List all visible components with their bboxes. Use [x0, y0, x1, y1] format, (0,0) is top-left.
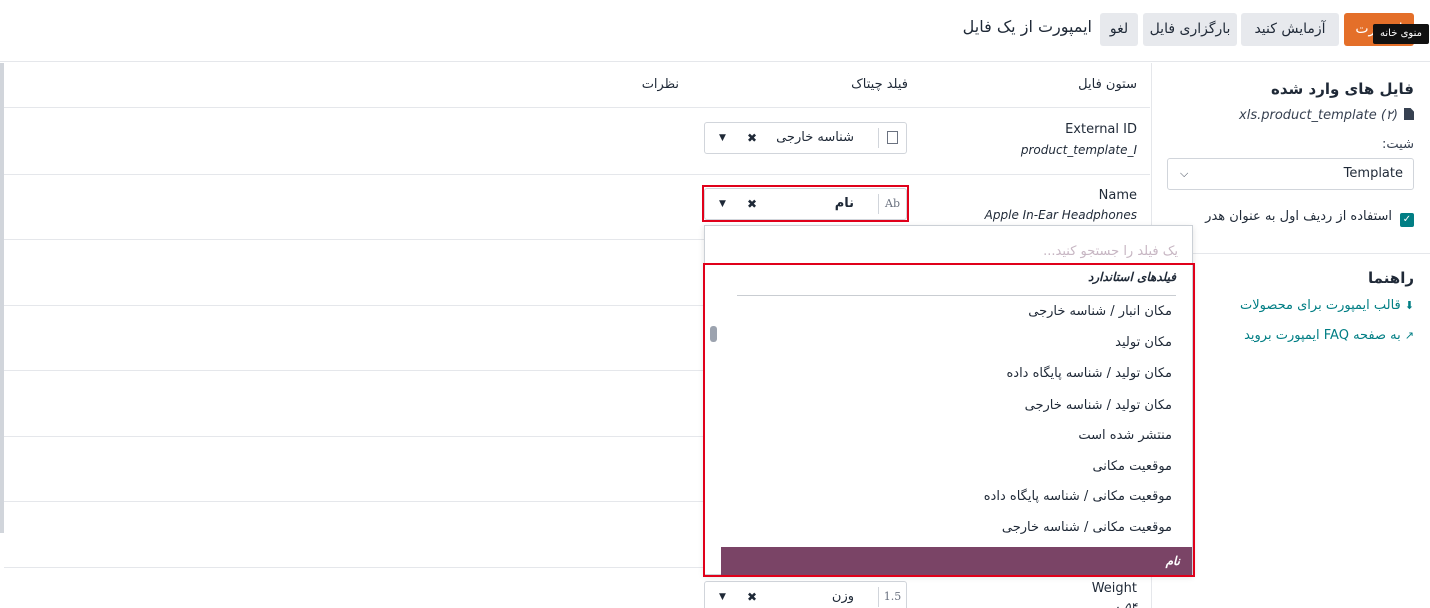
- sheet-value: Template: [1343, 166, 1403, 181]
- page-title: ایمپورت از یک فایل: [962, 17, 1092, 36]
- field-value: نام: [834, 196, 854, 211]
- dropdown-item[interactable]: منتشر شده است: [1078, 428, 1172, 443]
- dropdown-group-label: فیلدهای استاندارد: [1088, 270, 1176, 284]
- import-faq-link-label: به صفحه FAQ ایمپورت بروید: [1244, 328, 1401, 343]
- sheet-select[interactable]: Template ⌵: [1167, 158, 1414, 190]
- field-select-weight[interactable]: 1.5 وزن ✖ ▼: [704, 581, 907, 608]
- imported-file: xls.product_template (۲): [1239, 108, 1414, 123]
- caret-down-icon[interactable]: ▼: [719, 123, 726, 153]
- page-scrollbar[interactable]: [0, 63, 4, 533]
- file-column-sample: product_template_I: [1020, 143, 1137, 157]
- test-button[interactable]: آزمایش کنید: [1241, 13, 1339, 46]
- file-column-name: External ID: [1065, 122, 1137, 137]
- download-icon: ⬇: [1404, 299, 1414, 312]
- document-icon: [878, 128, 906, 148]
- chevron-down-icon: ⌵: [1180, 167, 1189, 180]
- field-select-external-id[interactable]: شناسه خارجی ✖ ▼: [704, 122, 907, 154]
- field-select-name[interactable]: Ab نام ✖ ▼: [704, 188, 907, 220]
- clear-icon[interactable]: ✖: [747, 582, 757, 608]
- control-panel: ایمپورت منوی خانه آزمایش کنید بارگزاری ف…: [0, 0, 1430, 62]
- clear-icon[interactable]: ✖: [747, 189, 757, 219]
- import-faq-link[interactable]: ↗به صفحه FAQ ایمپورت بروید: [1244, 328, 1414, 343]
- dropdown-item[interactable]: مکان انبار / شناسه خارجی: [1028, 304, 1172, 319]
- home-menu-tooltip: منوی خانه: [1373, 24, 1429, 44]
- dropdown-separator: [737, 295, 1176, 296]
- file-column-name: Weight: [1091, 581, 1137, 596]
- clear-icon[interactable]: ✖: [747, 123, 757, 153]
- header-comments: نظرات: [641, 77, 679, 92]
- dropdown-item[interactable]: مکان تولید: [1115, 335, 1172, 350]
- file-icon: [1404, 108, 1414, 120]
- field-search-input[interactable]: یک فیلد را جستجو کنید...: [1043, 244, 1178, 259]
- cancel-button[interactable]: لغو: [1100, 13, 1138, 46]
- dropdown-item[interactable]: موقعیت مکانی / شناسه خارجی: [1002, 520, 1172, 535]
- header-file-column: ستون فایل: [1078, 77, 1137, 92]
- dropdown-item-selected[interactable]: نام: [721, 547, 1192, 575]
- header-checkbox-label: استفاده از ردیف اول به عنوان هدر: [1205, 209, 1392, 224]
- caret-down-icon[interactable]: ▼: [719, 582, 726, 608]
- sidebar-divider: [1152, 253, 1430, 254]
- dropdown-item[interactable]: مکان تولید / شناسه پایگاه داده: [1006, 366, 1172, 381]
- sheet-label: شیت:: [1382, 137, 1414, 152]
- file-column-name: Name: [1098, 188, 1137, 203]
- imported-files-heading: فایل های وارد شده: [1271, 80, 1414, 98]
- load-file-button[interactable]: بارگزاری فایل: [1143, 13, 1237, 46]
- caret-down-icon[interactable]: ▼: [719, 189, 726, 219]
- number-type-icon: 1.5: [878, 587, 906, 607]
- file-name: xls.product_template (۲): [1239, 108, 1398, 123]
- import-template-link-label: قالب ایمپورت برای محصولات: [1240, 298, 1401, 313]
- file-column-sample: ۰.۵۴: [1113, 600, 1137, 608]
- dropdown-item[interactable]: مکان تولید / شناسه خارجی: [1025, 398, 1172, 413]
- header-odoo-field: فیلد چیتاک: [851, 77, 908, 92]
- text-type-icon: Ab: [878, 194, 906, 214]
- header-checkbox-row[interactable]: ✓ استفاده از ردیف اول به عنوان هدر: [1205, 209, 1414, 227]
- dropdown-item[interactable]: موقعیت مکانی: [1092, 459, 1172, 474]
- dropdown-item[interactable]: موقعیت مکانی / شناسه پایگاه داده: [984, 489, 1172, 504]
- help-heading: راهنما: [1368, 269, 1414, 287]
- field-dropdown: یک فیلد را جستجو کنید... فیلدهای استاندا…: [704, 225, 1193, 575]
- checkbox-icon[interactable]: ✓: [1400, 213, 1414, 227]
- file-column-sample: Apple In-Ear Headphones: [984, 208, 1137, 222]
- row-divider: [4, 174, 1150, 175]
- row-divider: [4, 107, 1150, 108]
- import-template-link[interactable]: ⬇قالب ایمپورت برای محصولات: [1240, 298, 1414, 313]
- dropdown-scrollbar[interactable]: [710, 326, 717, 342]
- external-link-icon: ↗: [1404, 329, 1414, 342]
- field-value: شناسه خارجی: [776, 130, 854, 145]
- field-value: وزن: [831, 589, 854, 604]
